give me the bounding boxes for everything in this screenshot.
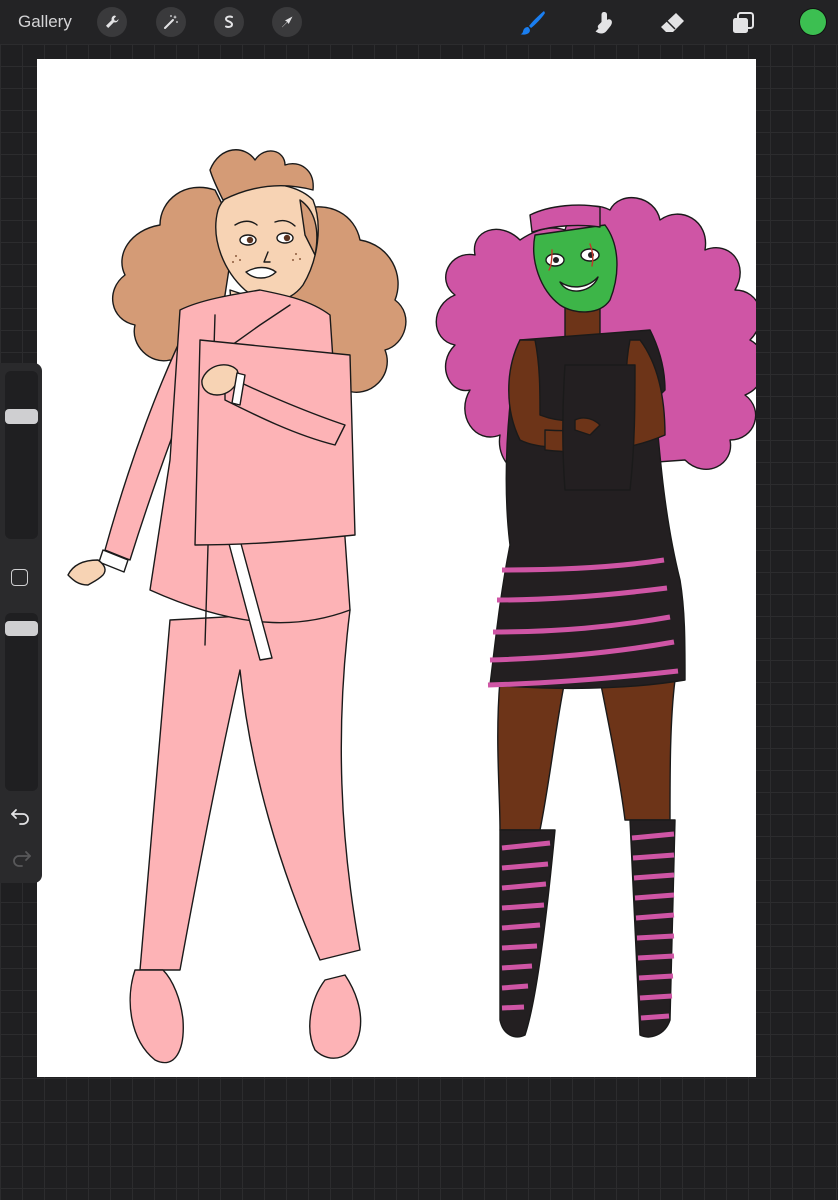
selection-icon [224, 15, 234, 28]
brush-tool-button[interactable] [518, 8, 548, 38]
undo-icon [11, 809, 29, 825]
layers-button[interactable] [728, 8, 758, 38]
eraser-icon [661, 13, 684, 32]
left-hand-outstretched [67, 559, 106, 586]
eraser-tool-button[interactable] [658, 8, 688, 38]
redo-icon [13, 851, 31, 867]
smudge-tool-button[interactable] [588, 8, 618, 38]
character-illustration [67, 149, 756, 1064]
left-foot-left [129, 969, 184, 1064]
layers-icon [733, 12, 754, 33]
right-leg-right [599, 679, 676, 821]
left-pants [139, 609, 361, 971]
magic-wand-icon [164, 15, 178, 29]
brush-opacity-slider[interactable] [5, 613, 38, 791]
top-toolbar: Gallery [0, 0, 838, 44]
drawing-canvas[interactable] [37, 59, 756, 1077]
brush-opacity-slider-thumb[interactable] [5, 621, 38, 636]
brush-size-slider[interactable] [5, 371, 38, 539]
adjustments-button[interactable] [156, 7, 186, 37]
right-stocking-right [629, 819, 676, 1038]
actions-button[interactable] [97, 7, 127, 37]
redo-button[interactable] [9, 847, 33, 867]
selection-button[interactable] [214, 7, 244, 37]
gallery-button[interactable]: Gallery [18, 10, 72, 34]
brush-icon [520, 11, 545, 35]
left-foot-right [309, 974, 362, 1059]
modify-button[interactable] [11, 569, 28, 586]
left-sidebar [0, 363, 42, 883]
color-swatch-button[interactable] [800, 9, 826, 35]
wrench-icon [106, 15, 119, 28]
brush-size-slider-thumb[interactable] [5, 409, 38, 424]
right-leg-left [497, 679, 566, 831]
transform-arrow-icon [282, 16, 293, 28]
right-dress-pocket [562, 364, 636, 491]
smudge-icon [595, 12, 612, 34]
transform-button[interactable] [272, 7, 302, 37]
undo-button[interactable] [9, 805, 33, 825]
